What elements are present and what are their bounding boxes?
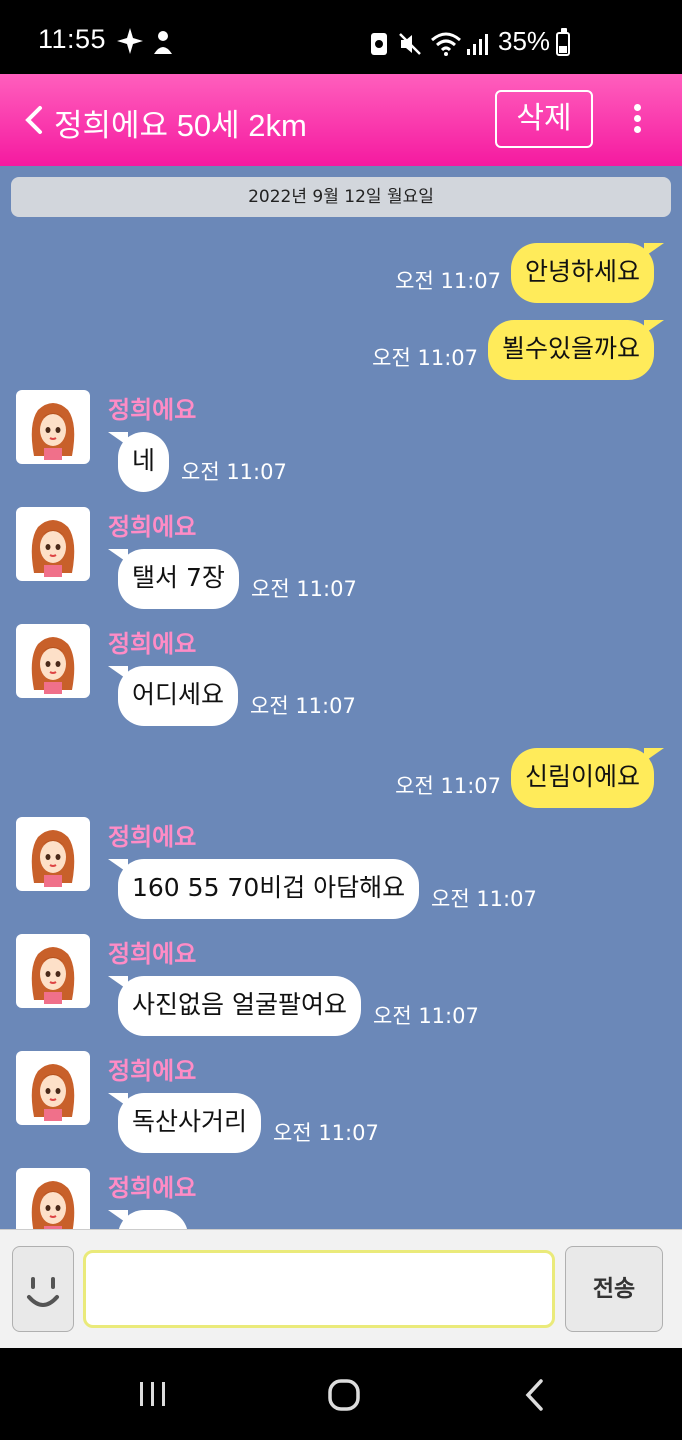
- message-timestamp: 오전 11:07: [181, 460, 287, 484]
- message-input[interactable]: [83, 1250, 555, 1328]
- home-icon[interactable]: [327, 1378, 361, 1416]
- battery-percentage: 35%: [498, 26, 551, 56]
- back-icon[interactable]: [523, 1378, 545, 1416]
- avatar[interactable]: [16, 624, 90, 698]
- sender-name: 정희에요: [108, 513, 197, 541]
- chat-header: 정희에요 50세 2km 삭제: [0, 74, 682, 166]
- avatar[interactable]: [16, 934, 90, 1008]
- their-message-bubble[interactable]: 탤서 7장: [108, 549, 239, 609]
- system-nav-bar: [0, 1348, 682, 1440]
- their-message-bubble[interactable]: 네: [107, 432, 170, 492]
- their-message-bubble[interactable]: 어디세요: [107, 666, 239, 726]
- more-options-icon[interactable]: [627, 104, 647, 138]
- delete-button[interactable]: 삭제: [495, 90, 593, 148]
- message-timestamp: 오전 11:07: [395, 269, 501, 293]
- sparkle-icon: [117, 28, 143, 60]
- message-input-bar: 전송: [0, 1229, 682, 1348]
- date-divider: 2022년 9월 12일 월요일: [11, 177, 671, 217]
- sender-name: 정희에요: [108, 823, 197, 851]
- emoji-button[interactable]: [12, 1246, 74, 1332]
- chat-title: 정희에요 50세 2km: [54, 108, 307, 143]
- message-timestamp: 오전 11:07: [395, 774, 501, 798]
- status-bar: 11:55 35%: [0, 0, 682, 74]
- message-timestamp: 오전 11:07: [250, 694, 356, 718]
- sender-name: 정희에요: [108, 1174, 197, 1202]
- back-arrow-icon[interactable]: [22, 104, 48, 136]
- message-timestamp: 오전 11:07: [372, 346, 478, 370]
- their-message-bubble[interactable]: 사진없음 얼굴팔여요: [108, 976, 361, 1036]
- sender-name: 정희에요: [108, 396, 197, 424]
- message-timestamp: 오전 11:07: [431, 887, 537, 911]
- battery-icon: [556, 28, 570, 56]
- avatar[interactable]: [16, 390, 90, 464]
- avatar[interactable]: [16, 507, 90, 581]
- their-message-bubble[interactable]: 160 55 70비겁 아담해요: [107, 859, 420, 919]
- notification-icon: [152, 30, 174, 62]
- smiley-icon: [27, 1277, 59, 1307]
- sender-name: 정희에요: [108, 630, 197, 658]
- my-message-bubble[interactable]: 안녕하세요: [510, 243, 665, 303]
- my-message-bubble[interactable]: 뵐수있을까요: [487, 320, 665, 380]
- status-time: 11:55: [38, 24, 107, 54]
- avatar[interactable]: [16, 817, 90, 891]
- avatar[interactable]: [16, 1051, 90, 1125]
- their-message-bubble[interactable]: 독산사거리: [107, 1093, 262, 1153]
- send-button[interactable]: 전송: [565, 1246, 663, 1332]
- my-message-bubble[interactable]: 신림이에요: [510, 748, 665, 808]
- recycle-icon: [370, 32, 388, 62]
- sender-name: 정희에요: [108, 1057, 197, 1085]
- chat-area[interactable]: 2022년 9월 12일 월요일 안녕하세요 오전 11:07 뵐수있을까요 오전 1…: [0, 166, 682, 1229]
- their-message-bubble[interactable]: [108, 1210, 188, 1229]
- message-timestamp: 오전 11:07: [273, 1121, 379, 1145]
- sender-name: 정희에요: [108, 940, 197, 968]
- mute-icon: [398, 32, 422, 62]
- signal-icon: [466, 32, 490, 62]
- recent-apps-icon[interactable]: [138, 1380, 168, 1412]
- message-timestamp: 오전 11:07: [373, 1004, 479, 1028]
- wifi-icon: [430, 32, 462, 62]
- message-timestamp: 오전 11:07: [251, 577, 357, 601]
- avatar[interactable]: [16, 1168, 90, 1229]
